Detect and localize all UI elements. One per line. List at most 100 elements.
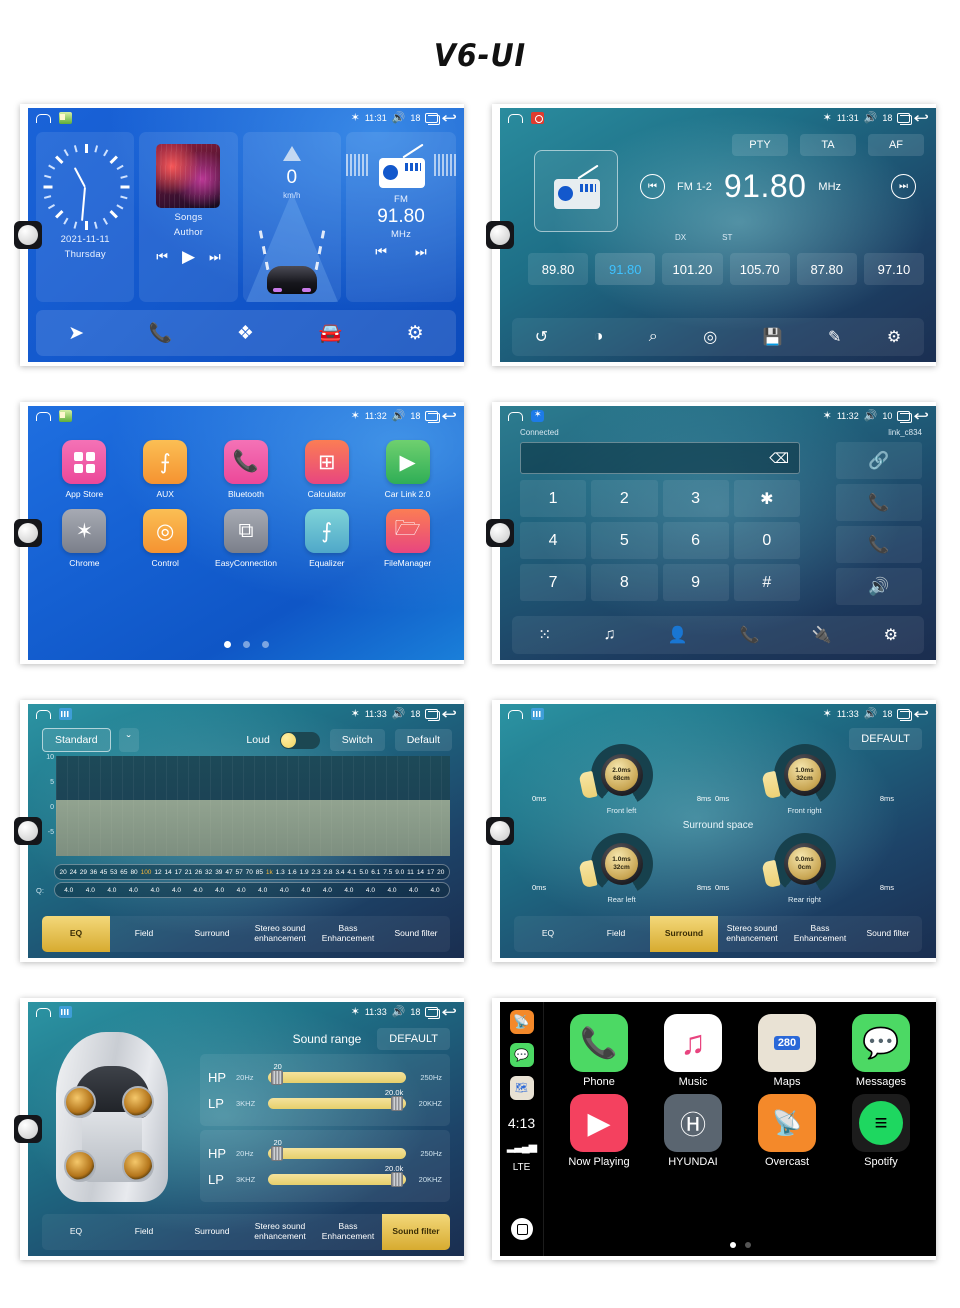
home-outline-icon[interactable] — [36, 1007, 51, 1017]
tab-stereo-sound-enhancement[interactable]: Stereo sound enhancement — [246, 916, 314, 952]
equalizer-app-icon[interactable] — [59, 1006, 72, 1018]
default-button[interactable]: Default — [394, 729, 452, 751]
speedometer-widget[interactable]: 0 km/h — [242, 132, 341, 302]
rotary-knob-home[interactable] — [14, 221, 42, 249]
backspace-icon[interactable]: ⌫ — [769, 450, 789, 467]
rotary-knob-radio[interactable] — [486, 221, 514, 249]
tab-field[interactable]: Field — [110, 916, 178, 952]
preset-button[interactable]: 97.10 — [863, 253, 924, 285]
app-item-bluetooth[interactable]: 📞 Bluetooth — [206, 440, 287, 499]
home-outline-icon[interactable] — [508, 113, 523, 123]
preset-button[interactable]: 101.20 — [662, 253, 723, 285]
preset-button-active[interactable]: 91.80 — [595, 253, 656, 285]
key-star[interactable]: ✱ — [733, 480, 800, 517]
app-item-easyconnection[interactable]: ⧉ EasyConnection — [206, 509, 287, 568]
app-item-filemanager[interactable]: 🗁 FileManager — [367, 509, 448, 568]
switch-button[interactable]: Switch — [329, 729, 385, 751]
overcast-rail-icon[interactable]: 📡 — [509, 1010, 534, 1034]
hp-slider[interactable]: 20 — [268, 1062, 406, 1085]
knob-front-left[interactable]: 2.0ms 68cm 0ms 8ms Front left — [530, 730, 713, 819]
rotary-knob-bluetooth[interactable] — [486, 519, 514, 547]
bluetooth-app-icon[interactable] — [531, 409, 544, 422]
key-6[interactable]: 6 — [662, 522, 729, 559]
preset-button[interactable]: 105.70 — [729, 253, 790, 285]
phone-number-input[interactable]: ⌫ — [520, 442, 800, 474]
lp-slider[interactable]: 20.0k — [268, 1164, 406, 1187]
tab-field[interactable]: Field — [582, 916, 650, 952]
save-icon[interactable]: 💾 — [763, 327, 783, 347]
st-label[interactable]: ST — [722, 233, 732, 242]
volume-icon[interactable]: 🔊 — [864, 410, 878, 422]
home-outline-icon[interactable] — [36, 113, 51, 123]
lp-slider[interactable]: 20.0k — [268, 1088, 406, 1111]
key-4[interactable]: 4 — [520, 522, 587, 559]
eq-graph[interactable] — [56, 756, 450, 856]
back-icon[interactable]: ↩ — [914, 707, 930, 722]
volume-icon[interactable]: 🔊 — [392, 112, 406, 124]
preset-button[interactable]: 87.80 — [796, 253, 857, 285]
back-icon[interactable]: ↩ — [442, 707, 458, 722]
app-item-chrome[interactable]: ✶ Chrome — [44, 509, 125, 568]
af-button[interactable]: AF — [868, 134, 924, 156]
key-7[interactable]: 7 — [520, 564, 587, 601]
carplay-app-now-playing[interactable]: ▶ Now Playing — [552, 1094, 646, 1168]
page-dot-active[interactable] — [729, 1242, 736, 1248]
volume-icon[interactable]: 🔊 — [392, 410, 406, 422]
lp-slider-handle[interactable] — [391, 1095, 404, 1111]
eq-preset-select[interactable]: Standard — [42, 728, 111, 752]
tab-field[interactable]: Field — [110, 1214, 178, 1250]
key-3[interactable]: 3 — [662, 480, 729, 517]
keypad-icon[interactable]: ⁙ — [538, 625, 551, 645]
tune-down-button[interactable]: ⏮ — [640, 174, 665, 199]
key-9[interactable]: 9 — [662, 564, 729, 601]
page-dot[interactable] — [242, 641, 250, 648]
maps-rail-icon[interactable]: 🗺 — [509, 1076, 534, 1100]
tab-surround[interactable]: Surround — [178, 916, 246, 952]
volume-icon[interactable]: 🔊 — [864, 112, 878, 124]
back-icon[interactable]: ↩ — [442, 1005, 458, 1020]
radio-app-icon[interactable] — [531, 112, 544, 124]
carplay-app-music[interactable]: ♫ Music — [646, 1014, 740, 1088]
home-outline-icon[interactable] — [508, 709, 523, 719]
tab-eq[interactable]: EQ — [42, 1214, 110, 1250]
knob-rear-right[interactable]: 0.0ms 0cm 0ms 8ms Rear right — [713, 819, 896, 908]
tab-surround[interactable]: Surround — [650, 916, 718, 952]
key-5[interactable]: 5 — [591, 522, 658, 559]
rotary-knob-sound-filter[interactable] — [14, 1115, 42, 1143]
hp-slider-handle[interactable] — [270, 1145, 283, 1161]
rotary-knob-surround[interactable] — [486, 817, 514, 845]
recents-icon[interactable] — [425, 709, 441, 721]
carplay-icon[interactable]: 🚘 — [318, 321, 342, 345]
back-icon[interactable]: ↩ — [914, 409, 930, 424]
music-widget[interactable]: Songs Author ⏮ ▶ ⏭ — [139, 132, 238, 302]
carplay-home-button[interactable] — [511, 1218, 533, 1240]
recents-icon[interactable] — [425, 113, 441, 125]
edit-icon[interactable]: ✎ — [828, 327, 841, 347]
page-dot[interactable] — [261, 641, 269, 648]
tab-stereo-sound-enhancement[interactable]: Stereo sound enhancement — [246, 1214, 314, 1250]
home-outline-icon[interactable] — [36, 411, 51, 421]
key-1[interactable]: 1 — [520, 480, 587, 517]
carplay-app-overcast[interactable]: 📡 Overcast — [740, 1094, 834, 1168]
band-icon[interactable]: ↺ — [535, 327, 548, 347]
tab-eq[interactable]: EQ — [514, 916, 582, 952]
app-item-control[interactable]: ◎ Control — [125, 509, 206, 568]
ta-button[interactable]: TA — [800, 134, 856, 156]
volume-icon[interactable]: 🔊 — [864, 708, 878, 720]
tab-sound-filter[interactable]: Sound filter — [382, 916, 450, 952]
knob-front-right[interactable]: 1.0ms 32cm 0ms 8ms Front right — [713, 730, 896, 819]
stereo-icon[interactable]: ◑ — [594, 328, 604, 346]
eq-q-scale[interactable]: 4.0 4.0 4.0 4.0 4.0 4.0 4.0 4.0 4.0 4.0 … — [54, 882, 450, 898]
disconnect-icon[interactable]: 🔌 — [812, 625, 832, 645]
preset-button[interactable]: 89.80 — [528, 253, 589, 285]
loud-toggle[interactable] — [279, 731, 320, 749]
scan-icon[interactable]: ◎ — [703, 327, 717, 347]
apps-icon[interactable]: ❖ — [237, 322, 254, 345]
tab-bass-enhancement[interactable]: Bass Enhancement — [314, 916, 382, 952]
carplay-app-messages[interactable]: 💬 Messages — [834, 1014, 928, 1088]
hp-slider[interactable]: 20 — [268, 1138, 406, 1161]
radio-widget[interactable]: FM 91.80 MHz ⏮ ⏭ — [346, 132, 456, 302]
app-item-aux[interactable]: ⨍ AUX — [125, 440, 206, 499]
dx-label[interactable]: DX — [675, 233, 686, 242]
tune-up-button[interactable]: ⏭ — [891, 174, 916, 199]
